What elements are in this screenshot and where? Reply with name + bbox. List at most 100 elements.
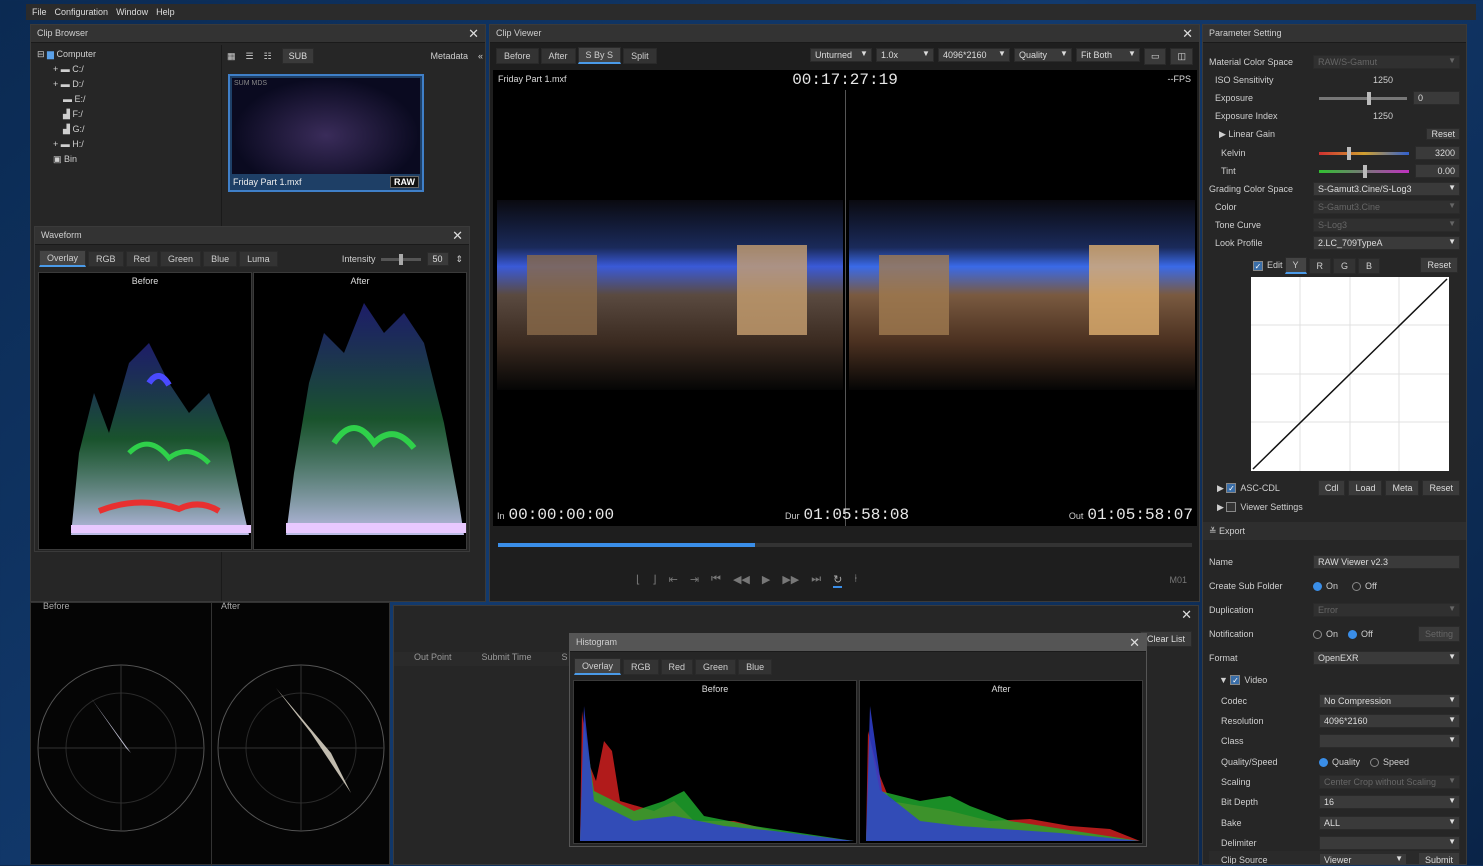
quality-dropdown[interactable]: Quality ▼ [1013,48,1072,62]
tab-green[interactable]: Green [695,658,737,675]
goto-out-icon[interactable]: ⇥ [690,573,699,588]
tab-curve-y[interactable]: Y [1284,257,1307,274]
tab-luma[interactable]: Luma [239,250,278,267]
close-icon[interactable]: ✕ [1129,635,1140,651]
viewer-settings-checkbox[interactable] [1226,502,1237,512]
grid-view-icon[interactable]: ▦ [227,51,236,62]
export-name-input[interactable]: RAW Viewer v2.3 [1313,555,1460,569]
skip-start-icon[interactable]: ⏮ [711,573,721,588]
tab-red[interactable]: Red [125,250,159,267]
linear-gain-reset-button[interactable]: Reset [1426,128,1460,140]
tab-before[interactable]: Before [496,47,539,64]
orientation-dropdown[interactable]: Unturned ▼ [809,48,872,62]
clear-list-button[interactable]: Clear List [1139,631,1192,647]
collapse-icon[interactable]: « [478,51,483,61]
linear-gain-row[interactable]: ▶ Linear Gain Reset [1209,125,1460,143]
tree-item-g[interactable]: ▟ G:/ [35,122,217,137]
collapse-icon[interactable]: ▼ [1219,675,1230,685]
timeline-scrubber[interactable] [498,543,1192,547]
close-icon[interactable]: ✕ [1181,607,1192,623]
goto-in-icon[interactable]: ⇤ [669,573,678,588]
delimiter-dropdown[interactable]: ▼ [1319,836,1460,850]
viewer-settings-row[interactable]: ▶ Viewer Settings [1209,498,1460,516]
tree-item-e[interactable]: ▬ E:/ [35,92,217,107]
speed-radio[interactable]: Speed [1370,757,1409,768]
submit-button[interactable]: Submit [1417,852,1460,864]
notification-setting-button[interactable]: Setting [1417,626,1460,642]
tab-curve-b[interactable]: B [1358,257,1381,274]
loop-icon[interactable]: ↻ [833,573,843,588]
class-dropdown[interactable]: ▼ [1319,734,1460,748]
intensity-value[interactable]: 50 [427,252,450,266]
tree-item-f[interactable]: ▟ F:/ [35,107,217,122]
spinner-icon[interactable]: ⇕ [455,254,463,265]
tab-side-by-side[interactable]: S By S [577,47,622,64]
tree-item-h[interactable]: + ▬ H:/ [35,137,217,152]
edit-checkbox[interactable]: ✓ Edit [1253,260,1283,271]
codec-dropdown[interactable]: No Compression ▼ [1319,694,1460,708]
metadata-toggle[interactable]: Metadata [430,51,468,61]
bake-dropdown[interactable]: ALL ▼ [1319,816,1460,830]
notification-on-radio[interactable]: On [1313,629,1338,640]
step-back-icon[interactable]: ◀◀ [733,573,750,588]
tab-rgb[interactable]: RGB [623,658,659,675]
tab-after[interactable]: After [540,47,576,64]
tab-curve-r[interactable]: R [1308,257,1332,274]
skip-end-icon[interactable]: ⏭ [811,573,821,588]
menu-configuration[interactable]: Configuration [55,7,109,17]
kelvin-value[interactable]: 3200 [1415,146,1460,160]
bit-depth-dropdown[interactable]: 16 ▼ [1319,795,1460,809]
notification-off-radio[interactable]: Off [1348,629,1373,640]
safe-area-icon[interactable]: ▭ [1143,48,1167,65]
color-dropdown[interactable]: S-Gamut3.Cine ▼ [1313,200,1460,214]
mark-in-icon[interactable]: ⌊ [636,573,640,588]
material-color-space-dropdown[interactable]: RAW/S-Gamut ▼ [1313,55,1460,69]
curve-reset-button[interactable]: Reset [1420,257,1458,273]
duplication-dropdown[interactable]: Error ▼ [1313,603,1460,617]
tree-item-d[interactable]: + ▬ D:/ [35,77,217,92]
menu-window[interactable]: Window [116,7,148,17]
fit-dropdown[interactable]: Fit Both ▼ [1075,48,1140,62]
quality-radio[interactable]: Quality [1319,757,1360,768]
kelvin-slider[interactable] [1319,146,1409,160]
subfolder-off-radio[interactable]: Off [1352,581,1377,592]
tab-blue[interactable]: Blue [738,658,773,675]
sub-button[interactable]: SUB [281,48,315,64]
list-view-icon[interactable]: ☰ [246,51,254,62]
asc-cdl-checkbox[interactable]: ✓ [1226,483,1237,493]
export-header[interactable]: ≚ Export [1203,522,1466,540]
grading-color-space-dropdown[interactable]: S-Gamut3.Cine/S-Log3 ▼ [1313,182,1460,196]
tab-split[interactable]: Split [623,47,657,64]
meta-button[interactable]: Meta [1385,480,1420,496]
load-button[interactable]: Load [1348,480,1383,496]
tab-blue[interactable]: Blue [203,250,238,267]
exposure-slider[interactable] [1319,91,1407,105]
marker-icon[interactable]: ⍿ [854,573,857,588]
scaling-dropdown[interactable]: Center Crop without Scaling ▼ [1319,775,1460,789]
cdl-button[interactable]: Cdl [1317,480,1346,496]
marker-label[interactable]: M01 [1169,575,1187,585]
menu-help[interactable]: Help [156,7,175,17]
tree-item-c[interactable]: + ▬ C:/ [35,62,217,77]
tree-item-bin[interactable]: ▣ Bin [35,152,217,167]
menu-file[interactable]: File [32,7,47,17]
close-icon[interactable]: ✕ [468,26,479,42]
close-icon[interactable]: ✕ [1182,26,1193,42]
intensity-slider[interactable] [381,253,422,265]
exposure-value[interactable]: 0 [1413,91,1460,105]
look-profile-dropdown[interactable]: 2.LC_709TypeA ▼ [1313,236,1460,250]
tint-slider[interactable] [1319,164,1409,178]
asc-reset-button[interactable]: Reset [1422,480,1460,496]
overlay-icon[interactable]: ◫ [1170,48,1193,65]
zoom-dropdown[interactable]: 1.0x ▼ [875,48,934,62]
close-icon[interactable]: ✕ [452,228,463,244]
step-forward-icon[interactable]: ▶▶ [782,573,799,588]
video-checkbox[interactable]: ✓ [1230,675,1241,685]
clip-source-dropdown[interactable]: Viewer ▼ [1319,853,1407,864]
tint-value[interactable]: 0.00 [1415,164,1460,178]
expand-icon[interactable]: ▶ [1217,483,1226,494]
format-dropdown[interactable]: OpenEXR ▼ [1313,651,1460,665]
export-resolution-dropdown[interactable]: 4096*2160 ▼ [1319,714,1460,728]
tab-overlay[interactable]: Overlay [39,250,87,267]
clip-thumbnail[interactable]: SUM MDS Friday Part 1.mxf RAW [228,74,424,192]
